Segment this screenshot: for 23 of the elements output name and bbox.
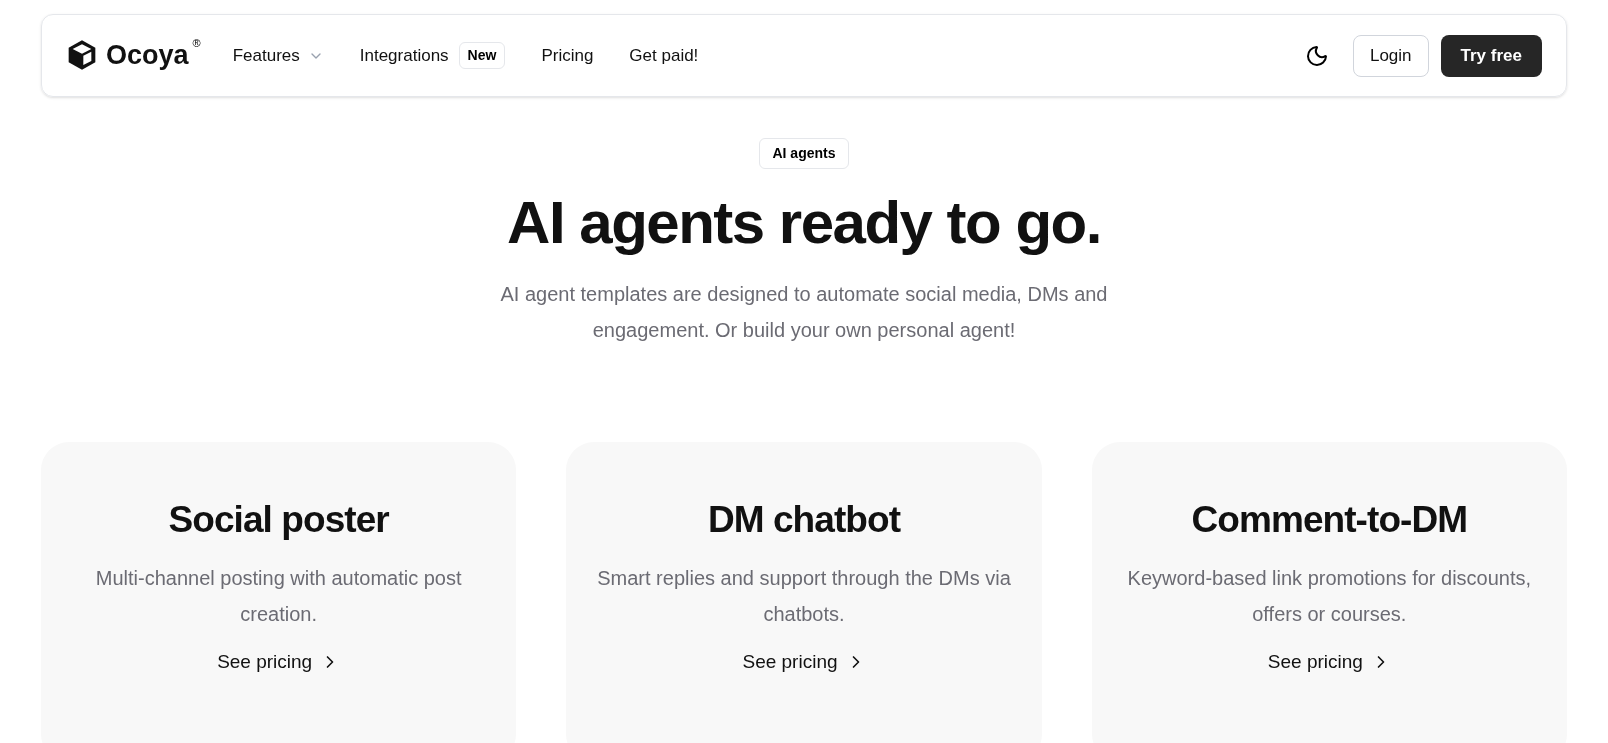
login-button[interactable]: Login: [1352, 34, 1429, 77]
hero-subtitle: AI agent templates are designed to automate social media, DMs and engagement. Or build your own personal agent!: [499, 282, 1109, 343]
new-badge: New: [458, 42, 506, 69]
nav-link[interactable]: Integrations: [359, 42, 449, 69]
try-free-button[interactable]: Try free: [1440, 34, 1542, 77]
brand-name[interactable]: Ocoya: [106, 35, 189, 76]
see-pricing-link[interactable]: See pricing: [1267, 647, 1391, 676]
card-title: Comment-to-DM: [1191, 498, 1468, 542]
nav-dropdown[interactable]: Features: [232, 42, 324, 69]
see-pricing-link[interactable]: See pricing: [217, 647, 341, 676]
hero-title: AI agents ready to go.: [507, 188, 1101, 258]
cube-logo-icon: [66, 39, 98, 72]
nav-link[interactable]: Get paid!: [629, 42, 699, 69]
card-description: Smart replies and support through the DMs via chatbots.: [596, 565, 1012, 627]
registered-mark: ®: [192, 36, 201, 52]
card-title: Social poster: [168, 498, 389, 542]
card-title: DM chatbot: [707, 498, 901, 542]
card-description: Keyword-based link promotions for discounts, offers or courses.: [1126, 565, 1533, 627]
dark-mode-toggle-icon[interactable]: [1304, 43, 1329, 68]
section-tag: AI agents: [759, 138, 849, 169]
nav-link[interactable]: Pricing: [541, 42, 594, 69]
see-pricing-link[interactable]: See pricing: [742, 647, 866, 676]
card-description: Multi-channel posting with automatic post creation.: [94, 565, 463, 627]
